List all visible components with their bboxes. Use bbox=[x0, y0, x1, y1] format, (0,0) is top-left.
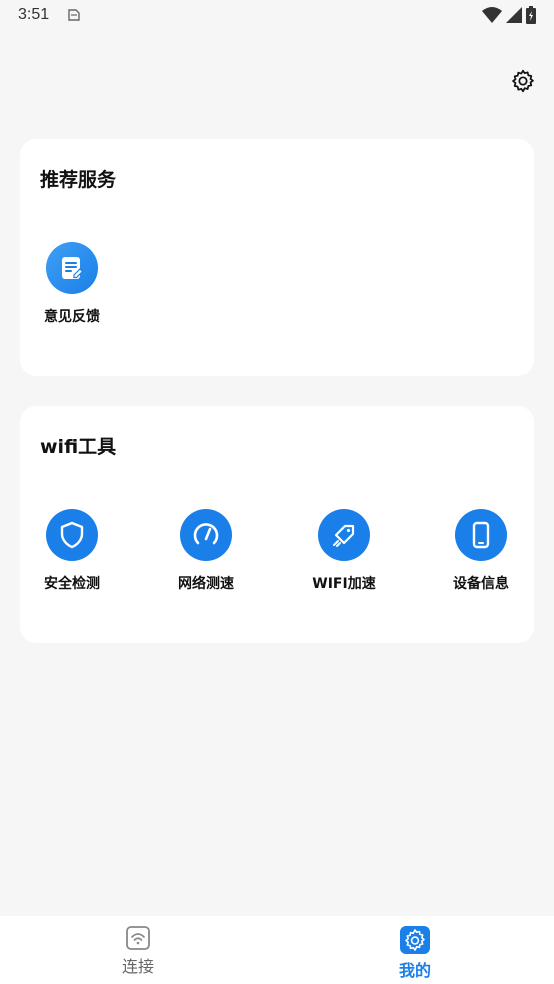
shield-icon bbox=[46, 509, 98, 561]
battery-icon bbox=[526, 6, 536, 24]
gear-icon bbox=[512, 69, 534, 93]
tile-label: WIFI加速 bbox=[312, 576, 376, 592]
wifi-boost-tile[interactable]: WIFI加速 bbox=[289, 509, 399, 593]
device-info-tile[interactable]: 设备信息 bbox=[426, 509, 536, 593]
wifi-tools-title: wifi工具 bbox=[40, 436, 117, 458]
tile-label: 安全检测 bbox=[44, 576, 100, 592]
nav-item-connect[interactable]: 连接 bbox=[98, 926, 178, 977]
phone-icon bbox=[455, 509, 507, 561]
status-bar: 3:51 bbox=[0, 0, 554, 32]
settings-gear-icon bbox=[400, 926, 430, 954]
notification-icon bbox=[68, 9, 80, 21]
speed-test-tile[interactable]: 网络测速 bbox=[151, 509, 261, 593]
wifi-tools-card: wifi工具 安全检测 网络测速 WIFI加速 设备信息 bbox=[20, 406, 534, 643]
feedback-edit-icon bbox=[46, 242, 98, 294]
cell-signal-icon bbox=[506, 7, 522, 23]
recommend-title: 推荐服务 bbox=[40, 169, 117, 191]
wifi-box-icon bbox=[126, 926, 150, 950]
nav-label-connect: 连接 bbox=[121, 957, 154, 976]
tile-label: 网络测速 bbox=[178, 576, 234, 592]
nav-item-mine[interactable]: 我的 bbox=[375, 926, 455, 981]
status-time: 3:51 bbox=[18, 6, 50, 23]
nav-label-mine: 我的 bbox=[398, 961, 431, 980]
tile-label: 设备信息 bbox=[453, 576, 509, 592]
settings-button[interactable] bbox=[508, 66, 538, 96]
wifi-signal-icon bbox=[482, 7, 502, 23]
recommend-card: 推荐服务 意见反馈 bbox=[20, 139, 534, 376]
status-icons bbox=[482, 6, 536, 24]
rocket-tag-icon bbox=[318, 509, 370, 561]
bottom-nav: 连接 我的 bbox=[0, 916, 554, 984]
security-check-tile[interactable]: 安全检测 bbox=[17, 509, 127, 593]
feedback-tile[interactable]: 意见反馈 bbox=[17, 242, 127, 326]
speedometer-icon bbox=[180, 509, 232, 561]
tile-label: 意见反馈 bbox=[44, 309, 100, 325]
